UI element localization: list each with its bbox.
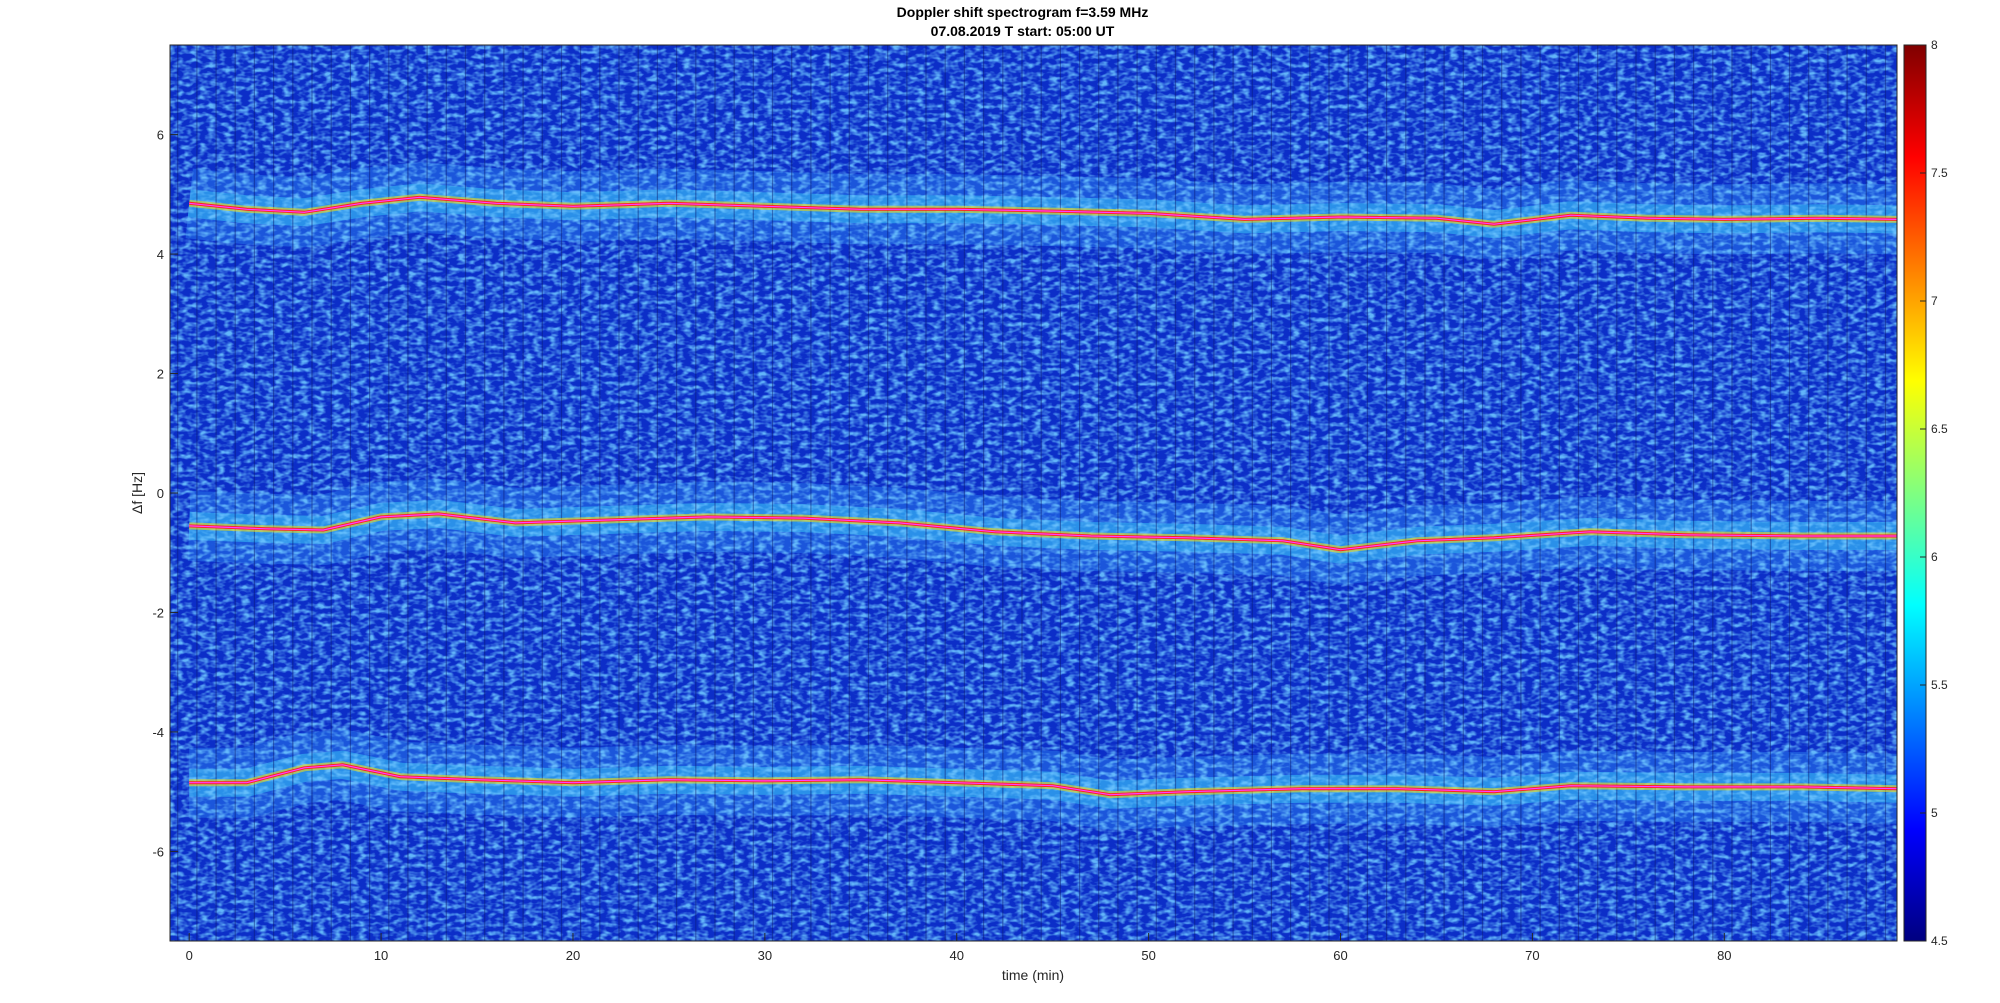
x-tick-label: 70	[1525, 948, 1539, 963]
colorbar-tick-label: 7	[1931, 294, 1938, 308]
x-tick-label: 0	[186, 948, 193, 963]
colorbar	[1903, 44, 1927, 942]
y-tick-label: -6	[152, 844, 164, 859]
x-tick-label: 80	[1717, 948, 1731, 963]
y-tick-label: 0	[157, 486, 164, 501]
colorbar-tick-label: 5	[1931, 806, 1938, 820]
y-tick-label: 4	[157, 247, 164, 262]
y-tick-label: -2	[152, 605, 164, 620]
colorbar-tick-label: 4.5	[1931, 934, 1948, 948]
speckle-noise	[170, 45, 1897, 941]
colorbar-tick-label: 5.5	[1931, 678, 1948, 692]
x-tick-label: 60	[1333, 948, 1347, 963]
x-tick-label: 10	[374, 948, 388, 963]
y-tick-label: 6	[157, 128, 164, 143]
y-tick-label: -4	[152, 725, 164, 740]
x-tick-label: 20	[566, 948, 580, 963]
figure: Doppler shift spectrogram f=3.59 MHz 07.…	[0, 0, 2000, 1003]
spectrogram-chart: 0 10 20 30 40 50 60 70 80 -6-4-20246 time (min) …	[129, 38, 1948, 983]
x-tick-label: 50	[1141, 948, 1155, 963]
colorbar-tick-label: 7.5	[1931, 166, 1948, 180]
colorbar-tick-label: 6	[1931, 550, 1938, 564]
y-axis-label: Δf [Hz]	[129, 472, 145, 514]
colorbar-tick-label: 8	[1931, 38, 1938, 52]
y-tick-label: 2	[157, 367, 164, 382]
x-tick-label: 30	[758, 948, 772, 963]
x-tick-label: 40	[950, 948, 964, 963]
colorbar-tick-label: 6.5	[1931, 422, 1948, 436]
x-axis-label: time (min)	[1002, 967, 1064, 983]
